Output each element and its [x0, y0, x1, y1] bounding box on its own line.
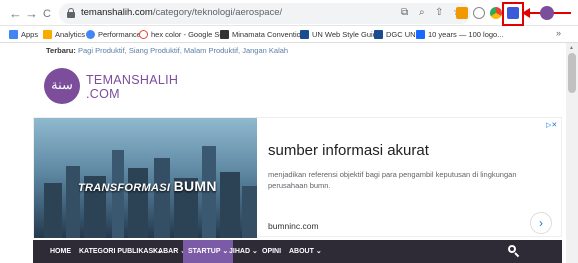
- un-icon: [300, 30, 309, 39]
- address-bar[interactable]: temanshalih.com/category/teknologi/aeros…: [59, 3, 471, 24]
- extension-color-icon[interactable]: [490, 7, 502, 19]
- site-logo-name[interactable]: TEMANSHALIH: [86, 73, 178, 87]
- bookmark-label: hex color - Google Se...: [151, 30, 230, 39]
- adchoices-icon[interactable]: ▷✕: [546, 121, 560, 130]
- translate-icon[interactable]: ⧉: [401, 7, 408, 18]
- url-host: temanshalih.com: [81, 7, 153, 18]
- bookmark-performance[interactable]: Performance: [86, 28, 141, 41]
- ad-image-caption: TRANSFORMASI BUMN: [78, 178, 217, 194]
- forward-arrow-icon[interactable]: →: [25, 7, 38, 20]
- reload-icon[interactable]: C: [43, 8, 51, 21]
- url-path: /category/teknologi/aerospace/: [152, 7, 283, 18]
- bookmark-label: 10 years — 100 logo...: [428, 30, 504, 39]
- highlight-box: [502, 2, 524, 26]
- nav-jihad[interactable]: JIHAD ⌄: [229, 240, 258, 263]
- bookmark-label: DGC UN: [386, 30, 416, 39]
- bookmark-analytics[interactable]: Analytics: [43, 28, 85, 41]
- bookmark-un-style[interactable]: UN Web Style Guide: [300, 28, 381, 41]
- zoom-icon[interactable]: ⌕: [419, 7, 425, 18]
- ad-description: menjadikan referensi objektif bagi para …: [268, 170, 517, 190]
- nav-opini[interactable]: OPINI: [262, 240, 281, 263]
- bookmark-hex-color[interactable]: hex color - Google Se...: [139, 28, 230, 41]
- bookmark-label: Minamata Conventio...: [232, 30, 308, 39]
- apps-grid-icon: [9, 30, 18, 39]
- lock-icon: [67, 8, 75, 18]
- scroll-up-icon[interactable]: ▲: [569, 45, 574, 51]
- latest-link[interactable]: Pagi Produktif, Siang Produktif, Malam P…: [78, 46, 288, 55]
- bookmark-label: Performance: [98, 30, 141, 39]
- bookmark-10-years[interactable]: 10 years — 100 logo...: [416, 28, 503, 41]
- ad-headline[interactable]: sumber informasi akurat: [268, 142, 429, 159]
- ad-url[interactable]: bumninc.com: [268, 221, 319, 231]
- bookmark-label: Analytics: [55, 30, 86, 39]
- performance-icon: [86, 30, 95, 39]
- search-icon[interactable]: [508, 245, 520, 258]
- site-logo-mark[interactable]: سنة: [44, 68, 80, 104]
- ad-chevron-right-icon[interactable]: ›: [530, 212, 552, 234]
- nav-startup[interactable]: STARTUP ⌄: [183, 240, 234, 263]
- analytics-icon: [43, 30, 52, 39]
- url-text[interactable]: temanshalih.com/category/teknologi/aeros…: [81, 7, 282, 18]
- nav-home[interactable]: HOME: [50, 240, 71, 263]
- advertisement[interactable]: TRANSFORMASI BUMN ▷✕ sumber informasi ak…: [33, 117, 562, 238]
- behance-icon: [416, 30, 425, 39]
- nav-kategori-publikasi[interactable]: KATEGORI PUBLIKASI ⌄: [79, 240, 163, 263]
- google-icon: [139, 30, 148, 39]
- browser-toolbar: ← → C temanshalih.com/category/teknologi…: [0, 0, 578, 26]
- more-bookmarks-icon[interactable]: »: [556, 28, 561, 38]
- scroll-thumb[interactable]: [568, 53, 576, 93]
- ad-image[interactable]: TRANSFORMASI BUMN: [34, 118, 257, 238]
- main-nav: HOME KATEGORI PUBLIKASI ⌄ KABAR ⌄ STARTU…: [33, 240, 562, 263]
- extension-cloud-icon[interactable]: [473, 7, 485, 19]
- share-icon[interactable]: ⇧: [435, 7, 443, 18]
- latest-ticker: Terbaru: Pagi Produktif, Siang Produktif…: [46, 46, 288, 55]
- nav-about[interactable]: ABOUT ⌄: [289, 240, 322, 263]
- extension-orange-icon[interactable]: [456, 7, 468, 19]
- bookmark-label: Apps: [21, 30, 39, 39]
- page-scrollbar[interactable]: ▲: [566, 43, 578, 263]
- bookmark-minamata[interactable]: Minamata Conventio...: [220, 28, 307, 41]
- web-page: Terbaru: Pagi Produktif, Siang Produktif…: [0, 43, 566, 263]
- bookmark-label: UN Web Style Guide: [312, 30, 382, 39]
- bookmark-apps[interactable]: Apps: [9, 28, 38, 41]
- bookmarks-bar: Apps Analytics Performance hex color - G…: [0, 26, 578, 43]
- minamata-icon: [220, 30, 229, 39]
- ad-caption-small: TRANSFORMASI: [78, 182, 171, 194]
- bookmark-dgc-un[interactable]: DGC UN: [374, 28, 416, 41]
- latest-label: Terbaru:: [46, 46, 76, 55]
- profile-avatar-icon[interactable]: [540, 6, 554, 20]
- un-icon: [374, 30, 383, 39]
- nav-kabar[interactable]: KABAR ⌄: [153, 240, 186, 263]
- back-arrow-icon[interactable]: ←: [9, 7, 22, 20]
- ad-caption-big: BUMN: [173, 178, 217, 194]
- site-logo-tld[interactable]: .COM: [86, 87, 120, 101]
